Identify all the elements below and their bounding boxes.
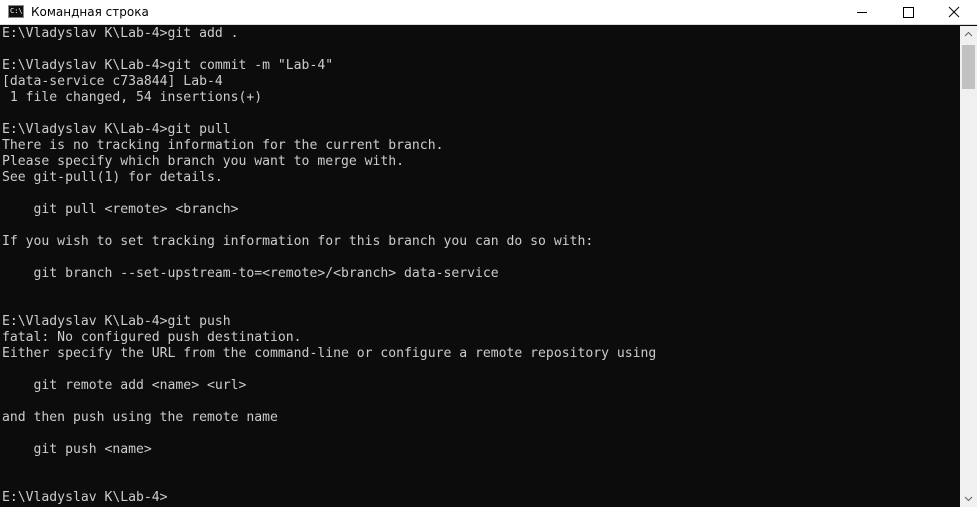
console-line: E:\Vladyslav K\Lab-4>git pull — [2, 122, 231, 137]
console-line: If you wish to set tracking information … — [2, 234, 594, 249]
scroll-down-button[interactable] — [960, 490, 977, 507]
command-prompt-window: C:\ Командная строка E:\Vladyslav K\Lab-… — [0, 0, 977, 507]
scroll-up-arrow-icon — [964, 31, 973, 37]
close-button[interactable] — [931, 0, 977, 25]
console-line: There is no tracking information for the… — [2, 138, 444, 153]
title-bar[interactable]: C:\ Командная строка — [0, 0, 977, 25]
console-line: git push <name> — [2, 442, 152, 457]
console-line: E:\Vladyslav K\Lab-4>git push — [2, 314, 231, 329]
console-line: E:\Vladyslav K\Lab-4> — [2, 490, 168, 505]
console-line: 1 file changed, 54 insertions(+) — [2, 90, 263, 105]
scroll-down-arrow-icon — [964, 496, 973, 502]
scrollbar-thumb[interactable] — [962, 45, 975, 89]
console-line: E:\Vladyslav K\Lab-4>git commit -m "Lab-… — [2, 58, 334, 73]
vertical-scrollbar[interactable] — [960, 26, 977, 507]
console-line: fatal: No configured push destination. — [2, 330, 302, 345]
cmd-icon: C:\ — [8, 5, 24, 18]
console-line: See git-pull(1) for details. — [2, 170, 223, 185]
console-line: Either specify the URL from the command-… — [2, 346, 657, 361]
minimize-icon — [857, 12, 867, 13]
maximize-button[interactable] — [885, 0, 931, 25]
console-line: E:\Vladyslav K\Lab-4>git add . — [2, 26, 239, 41]
console-line: and then push using the remote name — [2, 410, 278, 425]
console-output[interactable]: E:\Vladyslav K\Lab-4>git add . E:\Vladysl… — [0, 26, 960, 507]
cmd-icon-text: C:\ — [10, 7, 23, 15]
scroll-up-button[interactable] — [960, 26, 977, 43]
console-line: Please specify which branch you want to … — [2, 154, 405, 169]
console-line: [data-service c73a844] Lab-4 — [2, 74, 223, 89]
minimize-button[interactable] — [839, 0, 885, 25]
window-title: Командная строка — [31, 5, 149, 19]
console-line: git remote add <name> <url> — [2, 378, 247, 393]
console-line: git branch --set-upstream-to=<remote>/<b… — [2, 266, 499, 281]
close-icon — [948, 6, 960, 18]
console-line: git pull <remote> <branch> — [2, 202, 239, 217]
maximize-icon — [903, 7, 914, 18]
